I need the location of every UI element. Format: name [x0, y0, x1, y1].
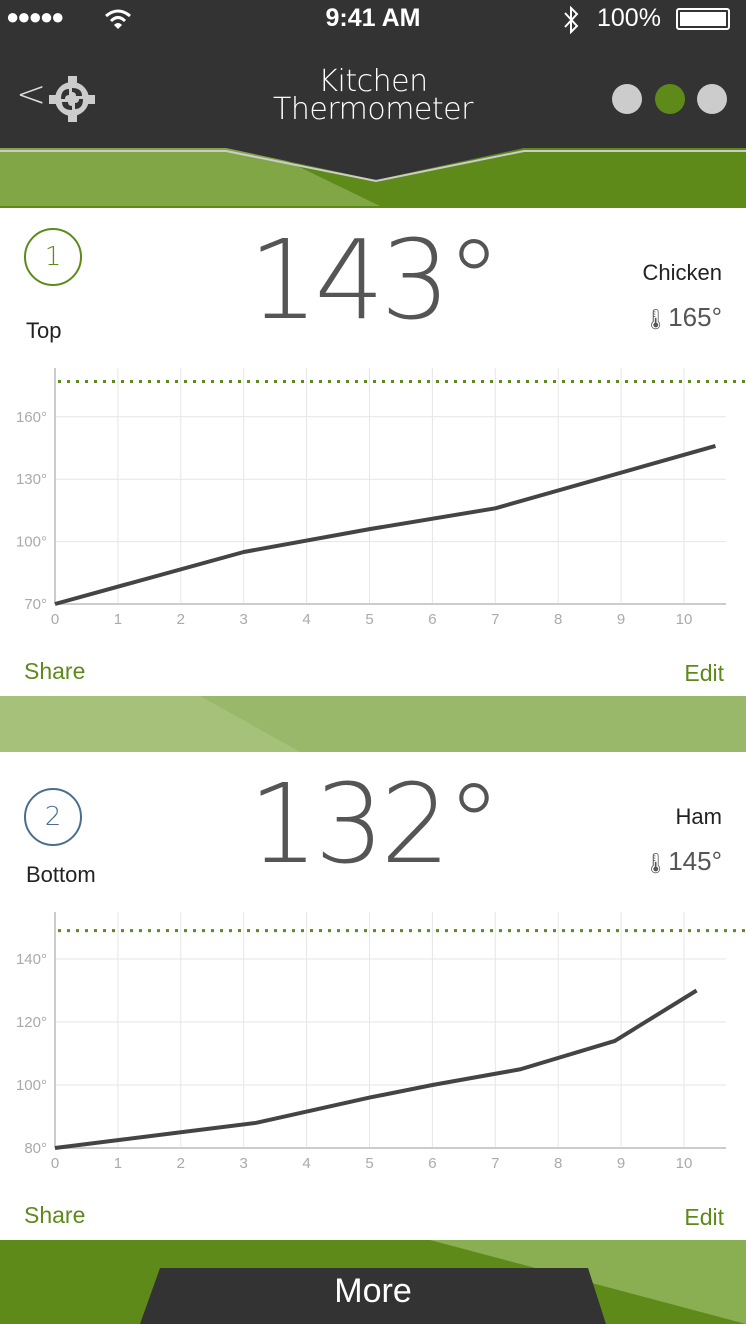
x-tick-label: 6 [428, 1155, 436, 1172]
edit-button[interactable]: Edit [684, 1204, 724, 1231]
status-bar: ●●●●● 9:41 AM 100% [0, 0, 746, 40]
y-tick-label: 100° [16, 1077, 47, 1094]
y-tick-label: 120° [16, 1014, 47, 1031]
x-tick-label: 6 [428, 611, 436, 628]
y-tick-label: 140° [16, 951, 47, 968]
y-tick-label: 70° [24, 596, 47, 613]
y-tick-label: 130° [16, 471, 47, 488]
x-tick-label: 3 [240, 1155, 248, 1172]
header-banner [0, 148, 746, 208]
x-tick-label: 7 [491, 611, 499, 628]
x-tick-label: 0 [51, 611, 59, 628]
x-tick-label: 10 [676, 1155, 693, 1172]
x-tick-label: 8 [554, 1155, 562, 1172]
x-tick-label: 1 [114, 1155, 122, 1172]
y-tick-label: 80° [24, 1140, 47, 1157]
edit-button[interactable]: Edit [684, 660, 724, 687]
divider-banner [0, 696, 746, 752]
x-tick-label: 8 [554, 611, 562, 628]
x-tick-label: 3 [240, 611, 248, 628]
x-tick-label: 1 [114, 611, 122, 628]
x-tick-label: 5 [365, 1155, 373, 1172]
target-temperature[interactable]: 🌡165° [643, 302, 722, 333]
temperature-series-line [54, 988, 698, 1150]
share-button[interactable]: Share [24, 1202, 85, 1229]
thermometer-icon: 🌡 [642, 309, 669, 331]
probe-card-1: 1 Top 143° Chicken 🌡165° 0 1 2 3 4 5 6 7 8 9 10 70°… [0, 208, 746, 696]
x-tick-label: 2 [177, 1155, 185, 1172]
more-button[interactable]: More [150, 1272, 596, 1311]
x-tick-label: 4 [302, 611, 310, 628]
y-tick-label: 160° [16, 409, 47, 426]
target-value: 145° [668, 846, 722, 876]
temperature-series-line [54, 443, 716, 606]
current-temperature: 132° [248, 760, 502, 888]
temperature-chart-2: 0 1 2 3 4 5 6 7 8 9 10 80° 100° 120° 140° [16, 912, 746, 1172]
x-tick-label: 9 [617, 1155, 625, 1172]
food-type[interactable]: Ham [676, 804, 722, 830]
thermometer-icon: 🌡 [642, 853, 669, 875]
nav-bar: < Kitchen Thermometer [0, 40, 746, 150]
x-tick-label: 9 [617, 611, 625, 628]
bluetooth-icon [564, 6, 579, 34]
page-dot-1[interactable] [612, 84, 642, 114]
x-tick-label: 4 [302, 1155, 310, 1172]
page-dot-2-active[interactable] [655, 84, 685, 114]
x-tick-label: 2 [177, 611, 185, 628]
battery-icon [676, 8, 730, 30]
x-tick-label: 7 [491, 1155, 499, 1172]
food-type[interactable]: Chicken [643, 260, 722, 286]
x-tick-label: 5 [365, 611, 373, 628]
current-temperature: 143° [248, 216, 502, 344]
target-temperature[interactable]: 🌡145° [643, 846, 722, 877]
share-button[interactable]: Share [24, 658, 85, 685]
y-tick-label: 100° [16, 534, 47, 551]
page-dot-3[interactable] [697, 84, 727, 114]
temperature-chart-1: 0 1 2 3 4 5 6 7 8 9 10 70° 100° 130° 160° [16, 368, 746, 628]
x-tick-label: 0 [51, 1155, 59, 1172]
probe-card-2: 2 Bottom 132° Ham 🌡145° 0 1 2 3 4 5 6 7 8 9 10 80° 1… [0, 752, 746, 1240]
target-value: 165° [668, 302, 722, 332]
battery-percent: 100% [597, 4, 661, 32]
x-tick-label: 10 [676, 611, 693, 628]
